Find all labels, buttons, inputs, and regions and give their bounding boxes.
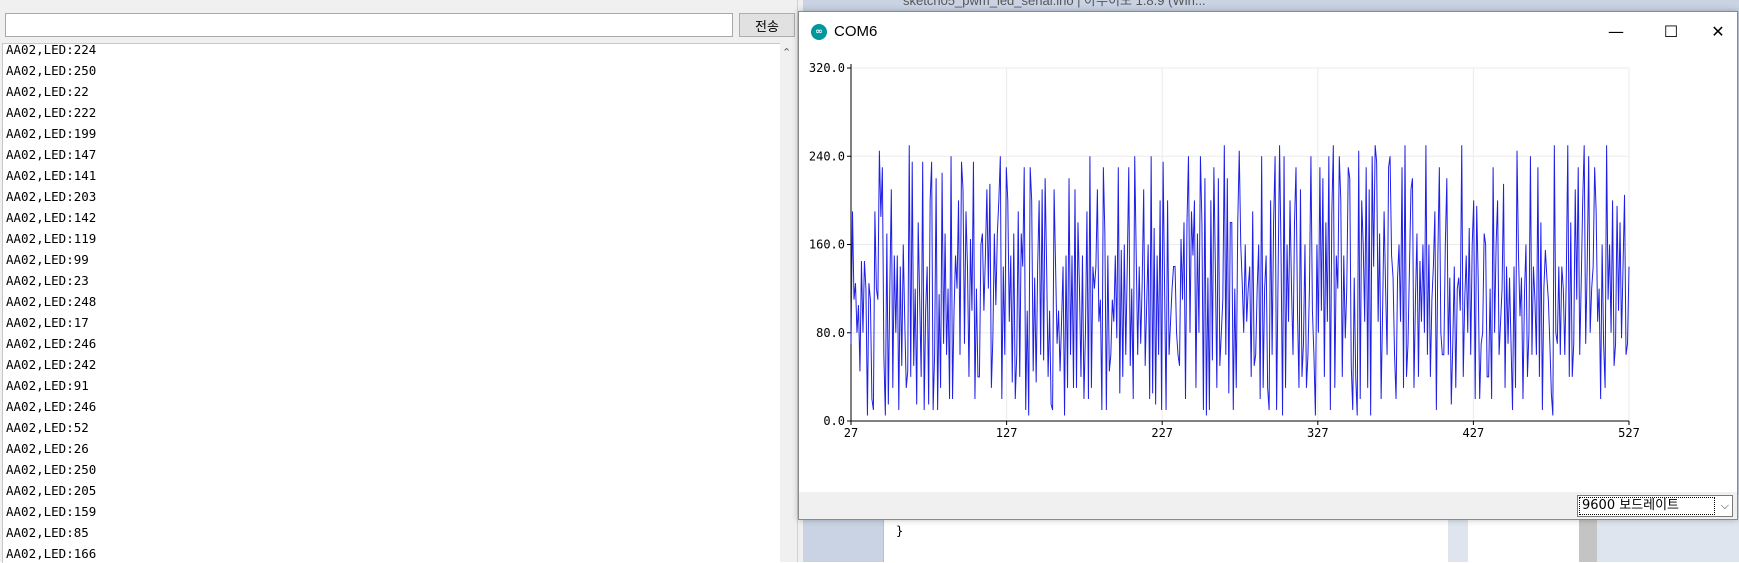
serial-line: AA02,LED:26 — [6, 441, 89, 456]
serial-line: AA02,LED:199 — [6, 126, 97, 141]
series-line — [850, 145, 1630, 416]
serial-output-area[interactable]: AA02,LED:224 AA02,LED:250 AA02,LED:22 AA02,… — [2, 43, 781, 563]
serial-line: AA02,LED:142 — [6, 210, 97, 225]
x-tick-label: 27 — [844, 426, 858, 440]
x-tick-label: 427 — [1463, 426, 1485, 440]
line-chart: 0.0 80.0 160.0 240.0 320.0 27 127 227 327 427 527 — [809, 61, 1640, 440]
scroll-up-arrow-icon[interactable]: ⌃ — [782, 47, 791, 59]
x-tick-label: 327 — [1307, 426, 1329, 440]
x-tick-label: 227 — [1151, 426, 1173, 440]
send-button[interactable]: 전송 — [739, 13, 795, 37]
x-tick-label: 127 — [996, 426, 1018, 440]
y-tick-label: 320.0 — [809, 61, 845, 75]
serial-line: AA02,LED:248 — [6, 294, 97, 309]
arduino-logo-icon: ∞ — [811, 24, 827, 40]
serial-output-lines: AA02,LED:224 AA02,LED:250 AA02,LED:22 AA02,… — [6, 43, 97, 563]
baud-rate-select[interactable]: 9600 보드레이트 ⌵ — [1577, 495, 1733, 517]
serial-line: AA02,LED:205 — [6, 483, 97, 498]
serial-line: AA02,LED:52 — [6, 420, 89, 435]
minimize-button[interactable]: — — [1593, 12, 1639, 52]
serial-line: AA02,LED:159 — [6, 504, 97, 519]
maximize-button[interactable]: ☐ — [1648, 12, 1694, 52]
serial-output-scrollbar[interactable]: ⌃ — [780, 43, 797, 562]
background-window-title: sketch05_pwm_led_serial.ino | 아두이노 1.8.9… — [903, 0, 1206, 8]
y-tick-label: 160.0 — [809, 238, 845, 252]
serial-line: AA02,LED:166 — [6, 546, 97, 561]
send-message-input[interactable] — [5, 13, 733, 37]
serial-monitor-panel: 전송 AA02,LED:224 AA02,LED:250 AA02,LED:22 AA… — [0, 0, 797, 563]
serial-line: AA02,LED:141 — [6, 168, 97, 183]
y-tick-label: 0.0 — [823, 414, 845, 428]
serial-plotter-window: ∞ COM6 — ☐ ✕ 0.0 80.0 160.0 240.0 320.0 27 127… — [798, 11, 1738, 520]
plotter-titlebar[interactable]: ∞ COM6 — ☐ ✕ — [799, 12, 1737, 52]
chevron-down-icon[interactable]: ⌵ — [1721, 496, 1729, 516]
serial-line: AA02,LED:250 — [6, 462, 97, 477]
serial-line: AA02,LED:250 — [6, 63, 97, 78]
serial-line: AA02,LED:224 — [6, 43, 97, 57]
plot-area: 0.0 80.0 160.0 240.0 320.0 27 127 227 327 427 527 — [799, 52, 1737, 492]
x-tick-label: 527 — [1618, 426, 1640, 440]
serial-line: AA02,LED:85 — [6, 525, 89, 540]
serial-line: AA02,LED:91 — [6, 378, 89, 393]
close-button[interactable]: ✕ — [1695, 12, 1739, 52]
serial-line: AA02,LED:99 — [6, 252, 89, 267]
serial-line: AA02,LED:119 — [6, 231, 97, 246]
serial-line: AA02,LED:222 — [6, 105, 97, 120]
y-tick-label: 240.0 — [809, 149, 845, 163]
window-title: COM6 — [834, 23, 878, 40]
serial-line: AA02,LED:203 — [6, 189, 97, 204]
serial-line: AA02,LED:246 — [6, 399, 97, 414]
code-line: } — [896, 524, 904, 538]
y-tick-label: 80.0 — [816, 326, 845, 340]
serial-line: AA02,LED:22 — [6, 84, 89, 99]
baud-rate-value: 9600 보드레이트 — [1579, 497, 1715, 515]
serial-line: AA02,LED:147 — [6, 147, 97, 162]
serial-line: AA02,LED:23 — [6, 273, 89, 288]
serial-line: AA02,LED:17 — [6, 315, 89, 330]
serial-line: AA02,LED:242 — [6, 357, 97, 372]
serial-line: AA02,LED:246 — [6, 336, 97, 351]
